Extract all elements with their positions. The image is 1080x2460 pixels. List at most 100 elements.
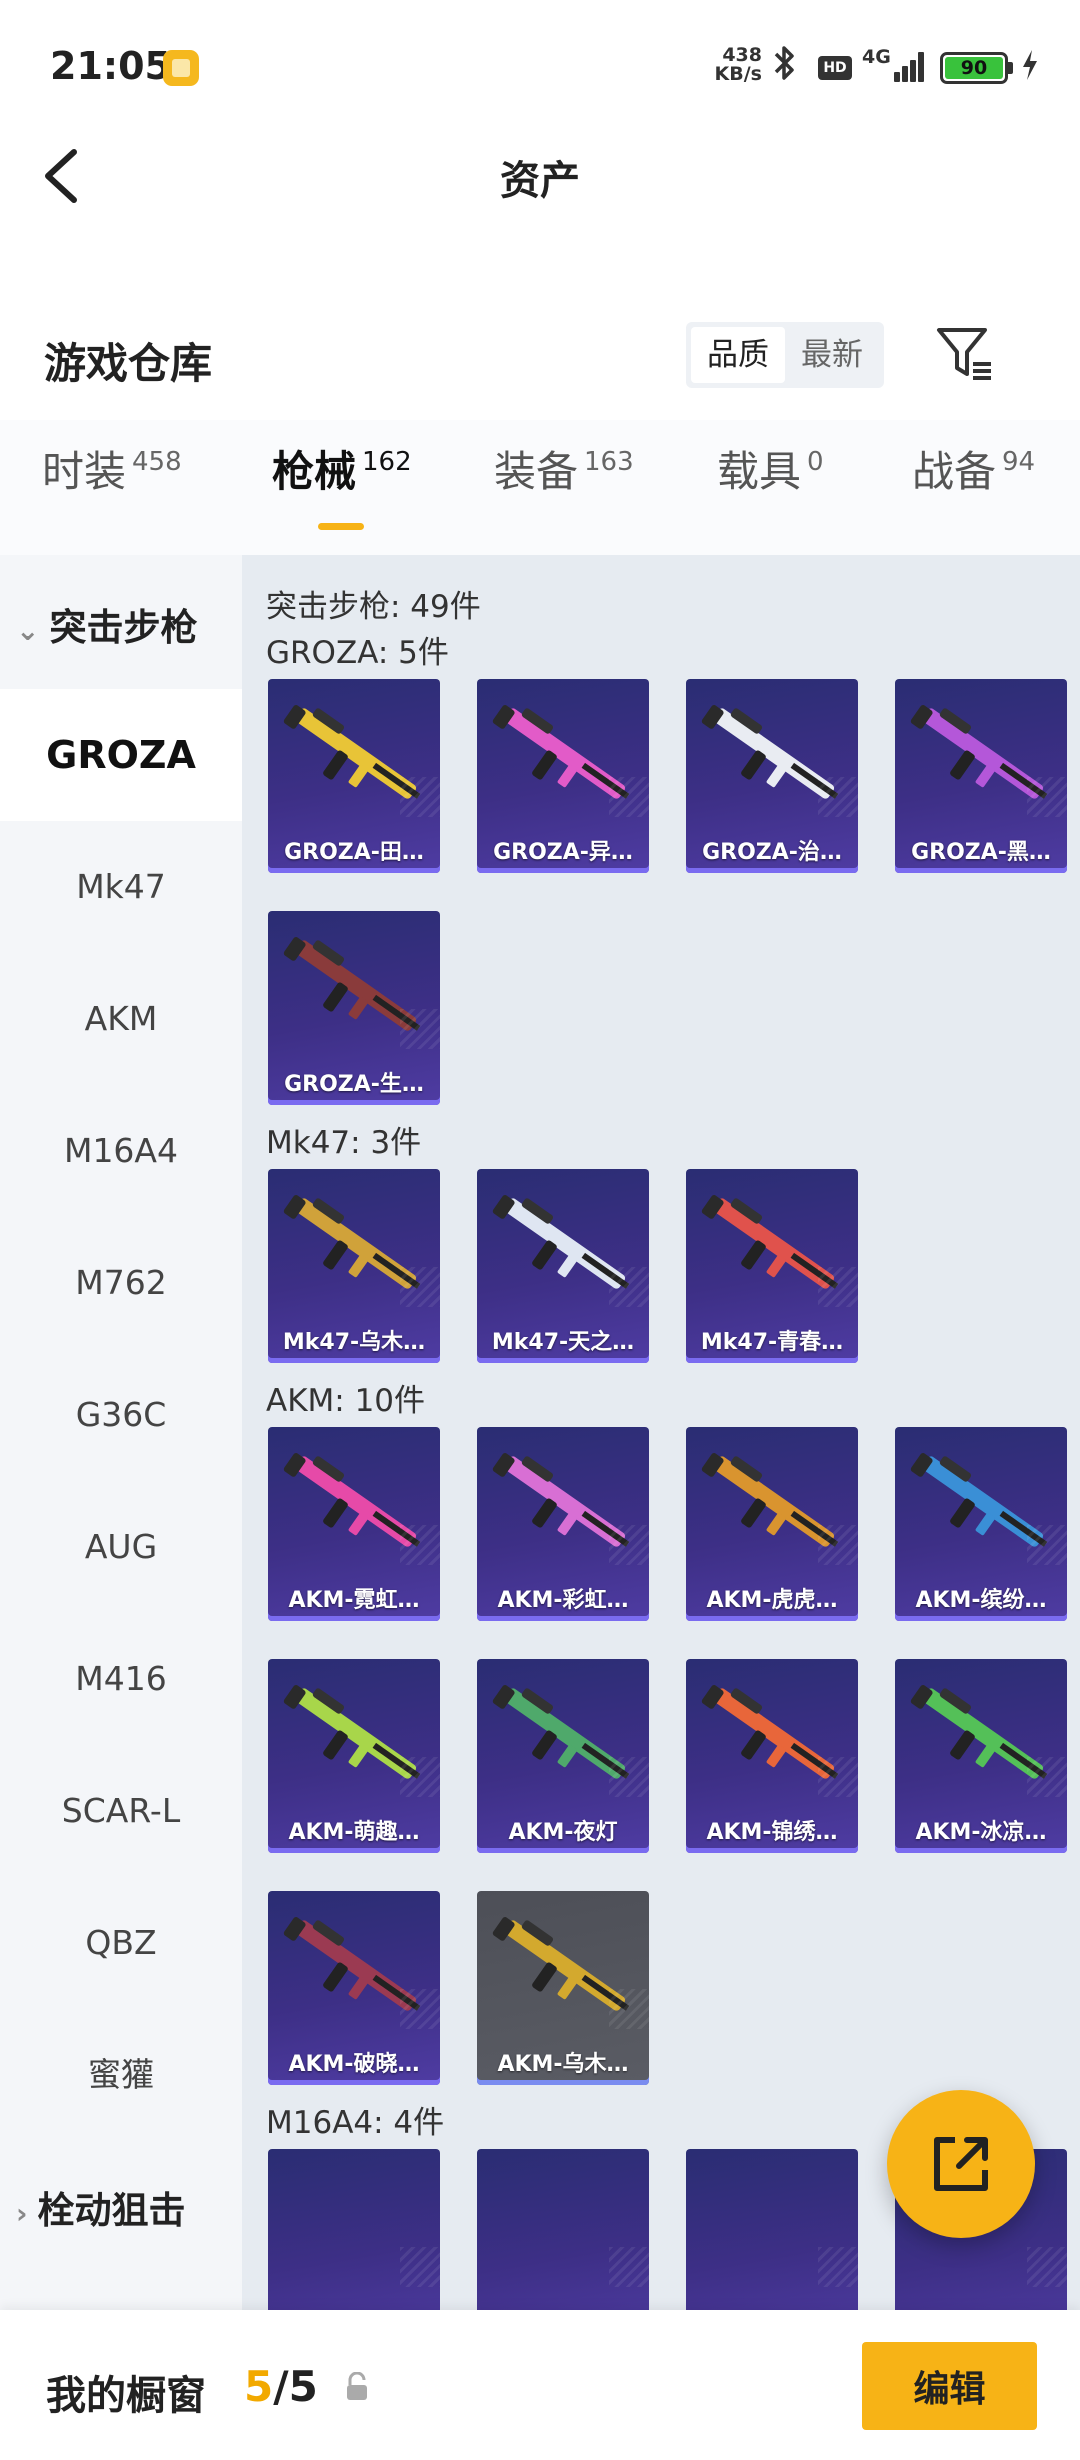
chevron-right-icon: ›: [16, 2197, 28, 2230]
weapon-skin-name: GROZA-治…: [702, 840, 842, 865]
tab-vehicles[interactable]: 载具 0: [717, 438, 824, 518]
hd-badge: HD: [818, 56, 852, 80]
weapon-skin-card[interactable]: GROZA-田…: [268, 679, 440, 873]
weapon-skin-card[interactable]: GROZA-异…: [477, 679, 649, 873]
weapon-skin-name: AKM-霓虹…: [288, 1588, 420, 1613]
tab-supplies[interactable]: 战备 94: [912, 438, 1035, 518]
weapon-image: [492, 1917, 630, 2011]
sidebar-group-label: 栓动狙击: [37, 2189, 186, 2232]
weapon-skin-name: Mk47-青春…: [700, 1330, 844, 1355]
weapon-skin-card[interactable]: AKM-缤纷…: [895, 1427, 1067, 1621]
tab-count: 94: [1002, 447, 1036, 477]
sidebar-item-scar-l[interactable]: SCAR-L: [0, 1745, 242, 1877]
sidebar-item-g36c[interactable]: G36C: [0, 1349, 242, 1481]
sidebar-item-mk47[interactable]: Mk47: [0, 821, 242, 953]
weapon-skin-name: GROZA-黑…: [911, 840, 1051, 865]
weapon-skin-card[interactable]: AKM-乌木…: [477, 1891, 649, 2085]
weapon-image: [701, 1453, 839, 1547]
weapon-image: [283, 1685, 421, 1779]
weapon-skin-name: AKM-冰凉…: [915, 1820, 1047, 1845]
sidebar-group-label: 突击步枪: [49, 606, 198, 649]
sort-by-quality-button[interactable]: 品质: [691, 327, 785, 383]
weapon-skin-card[interactable]: Mk47-青春…: [686, 1169, 858, 1363]
edit-button[interactable]: 编辑: [862, 2342, 1037, 2430]
filter-button[interactable]: [935, 324, 995, 384]
sidebar-item-m762[interactable]: M762: [0, 1217, 242, 1349]
tab-count: 0: [807, 447, 824, 477]
tab-label: 装备: [494, 447, 579, 496]
category-heading: GROZA: 5件: [266, 635, 449, 671]
lock-icon: [344, 2371, 370, 2402]
weapon-skin-card[interactable]: GROZA-生…: [268, 911, 440, 1105]
sidebar-item-m16a4[interactable]: M16A4: [0, 1085, 242, 1217]
showcase-total: /5: [273, 2362, 318, 2411]
weapon-skin-card-partial[interactable]: [268, 2149, 440, 2310]
tab-count: 162: [362, 447, 412, 477]
sidebar-group-bolt-action-snipers[interactable]: › 栓动狙击: [16, 2180, 186, 2234]
weapon-skin-name: AKM-夜灯: [508, 1820, 618, 1845]
weapon-skin-name: AKM-彩虹…: [497, 1588, 629, 1613]
weapon-skin-name: AKM-锦绣…: [706, 1820, 838, 1845]
weapon-image: [283, 1195, 421, 1289]
weapon-skin-card[interactable]: Mk47-天之…: [477, 1169, 649, 1363]
tab-equipment[interactable]: 装备 163: [494, 438, 634, 518]
share-button[interactable]: [887, 2090, 1035, 2238]
sidebar-item-groza[interactable]: GROZA: [0, 689, 242, 821]
tab-count: 163: [584, 447, 634, 477]
weapon-skin-name: AKM-乌木…: [497, 2052, 629, 2077]
weapon-skin-name: AKM-虎虎…: [706, 1588, 838, 1613]
weapon-skin-card[interactable]: AKM-彩虹…: [477, 1427, 649, 1621]
weapon-skin-name: Mk47-乌木…: [282, 1330, 426, 1355]
weapon-skin-card[interactable]: AKM-夜灯: [477, 1659, 649, 1853]
sort-by-latest-button[interactable]: 最新: [785, 327, 879, 383]
battery-level: 90: [945, 57, 1003, 79]
weapon-skin-card[interactable]: GROZA-黑…: [895, 679, 1067, 873]
sidebar-group-assault-rifles[interactable]: ⌄ 突击步枪: [16, 597, 197, 651]
showcase-current: 5: [244, 2362, 274, 2411]
sidebar-item-m416[interactable]: M416: [0, 1613, 242, 1745]
weapon-skin-name: AKM-缤纷…: [915, 1588, 1047, 1613]
weapon-skin-card[interactable]: AKM-萌趣…: [268, 1659, 440, 1853]
weapon-image: [701, 705, 839, 799]
tab-label: 时装: [42, 447, 127, 496]
network-speed: 438 KB/s: [712, 46, 762, 84]
category-heading: Mk47: 3件: [266, 1125, 422, 1161]
weapon-skin-card[interactable]: Mk47-乌木…: [268, 1169, 440, 1363]
weapon-skin-list: 突击步枪: 49件 GROZA: 5件 GROZA-田… GROZA-异… GROZA…: [242, 555, 1080, 2310]
weapon-image: [910, 1453, 1048, 1547]
showcase-count: 5/5: [244, 2362, 318, 2411]
sidebar-item-honey-badger[interactable]: 蜜獾: [0, 2009, 242, 2141]
showcase-label: 我的橱窗: [46, 2373, 206, 2419]
weapon-skin-card[interactable]: AKM-冰凉…: [895, 1659, 1067, 1853]
weapon-image: [283, 1917, 421, 2011]
filter-icon: [937, 328, 991, 380]
weapon-skin-card[interactable]: AKM-虎虎…: [686, 1427, 858, 1621]
charging-icon: [1020, 48, 1040, 90]
page-title: 资产: [500, 158, 580, 204]
weapon-image: [283, 1453, 421, 1547]
weapon-image: [283, 937, 421, 1031]
weapon-type-sidebar: ⌄ 突击步枪 GROZA Mk47 AKM M16A4 M762 G36C AUG…: [0, 555, 242, 2310]
section-title: 游戏仓库: [44, 339, 213, 388]
weapon-image: [492, 705, 630, 799]
battery-icon: 90: [940, 52, 1008, 84]
network-type: 4G: [862, 46, 891, 68]
weapon-image: [910, 705, 1048, 799]
weapon-image: [910, 1685, 1048, 1779]
weapon-image: [492, 1685, 630, 1779]
weapon-skin-name: GROZA-生…: [284, 1072, 424, 1097]
sidebar-item-akm[interactable]: AKM: [0, 953, 242, 1085]
sidebar-item-aug[interactable]: AUG: [0, 1481, 242, 1613]
tab-label: 枪械: [272, 447, 357, 496]
weapon-skin-card[interactable]: AKM-霓虹…: [268, 1427, 440, 1621]
network-speed-unit: KB/s: [714, 63, 762, 85]
weapon-skin-card-partial[interactable]: [477, 2149, 649, 2310]
tab-firearms[interactable]: 枪械 162: [272, 438, 412, 518]
weapon-skin-card[interactable]: AKM-破晓…: [268, 1891, 440, 2085]
weapon-skin-card-partial[interactable]: [686, 2149, 858, 2310]
weapon-skin-card[interactable]: AKM-锦绣…: [686, 1659, 858, 1853]
weapon-skin-card[interactable]: GROZA-治…: [686, 679, 858, 873]
tab-fashion[interactable]: 时装 458: [42, 438, 182, 518]
bluetooth-icon: [770, 44, 800, 91]
sidebar-item-qbz[interactable]: QBZ: [0, 1877, 242, 2009]
